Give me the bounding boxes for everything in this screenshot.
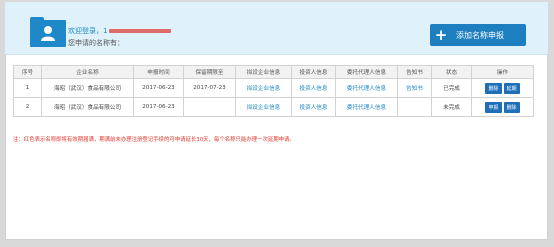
company-info-link-cell: 拟设企业信息 [235, 97, 292, 117]
column-header: 申报时间 [133, 65, 184, 79]
company-info-link[interactable]: 拟设企业信息 [247, 105, 281, 111]
footer-notice: 注：红色表示名称即将有效期届满，期满前未办理注册登记手续的可申请延长30天，每个… [13, 137, 295, 143]
expire-date-cell [183, 97, 236, 117]
action-button[interactable]: 延期 [503, 82, 520, 94]
status-text: 已完成 [443, 86, 460, 92]
action-button[interactable]: 删除 [503, 101, 520, 113]
company-name: 海昭（武汉）食品有限公司 [53, 86, 122, 92]
column-header: 告知书 [397, 65, 432, 79]
expire-date-cell: 2017-07-23 [183, 78, 236, 98]
column-header: 保留期限至 [183, 65, 236, 79]
actions-cell: 删除 延期 [471, 78, 534, 98]
apply-date: 2017-06-23 [142, 104, 175, 110]
user-folder-icon [30, 17, 66, 47]
action-button[interactable]: 申报 [485, 101, 502, 113]
table-row: 2 海昭（武汉）食品有限公司 2017-06-23 拟设企业信息 投资人信息 委托代理人信… [13, 97, 534, 117]
welcome-text: 欢迎登录，1 [68, 26, 172, 36]
column-header: 状态 [431, 65, 472, 79]
welcome-label: 欢迎登录，1 [68, 27, 108, 35]
add-name-application-button[interactable]: + 添加名称申报 [430, 24, 526, 46]
apply-date: 2017-06-23 [142, 85, 175, 91]
company-name-cell: 海昭（武汉）食品有限公司 [41, 78, 134, 98]
agent-info-link-cell: 委托代理人信息 [335, 97, 398, 117]
table-row: 1 海昭（武汉）食品有限公司 2017-06-23 2017-07-23 拟设企业信息 投… [13, 78, 534, 98]
column-header: 拟设企业信息 [235, 65, 292, 79]
row-index-cell: 1 [13, 78, 42, 98]
column-header: 操作 [471, 65, 534, 79]
investor-info-link[interactable]: 投资人信息 [300, 86, 328, 92]
column-header: 企业名称 [41, 65, 134, 79]
investor-info-link-cell: 投资人信息 [291, 97, 336, 117]
table-header-row: 序号 企业名称 申报时间 保留期限至 拟设企业信息 投资人信息 委托代理人信息 告知书 状态 操作 [13, 65, 534, 79]
status-text: 未完成 [443, 105, 460, 111]
apply-date-cell: 2017-06-23 [133, 97, 184, 117]
action-button[interactable]: 删除 [485, 82, 502, 94]
status-text-cell: 已完成 [431, 78, 472, 98]
add-button-label: 添加名称申报 [456, 30, 504, 40]
row-index: 1 [25, 85, 30, 91]
investor-info-link-cell: 投资人信息 [291, 78, 336, 98]
apply-date-cell: 2017-06-23 [133, 78, 184, 98]
plus-icon: + [434, 26, 448, 44]
notice-link-cell [397, 97, 432, 117]
agent-info-link[interactable]: 委托代理人信息 [347, 105, 386, 111]
agent-info-link-cell: 委托代理人信息 [335, 78, 398, 98]
company-info-link[interactable]: 拟设企业信息 [247, 86, 281, 92]
actions-cell: 申报 删除 [471, 97, 534, 117]
column-header: 委托代理人信息 [335, 65, 398, 79]
column-header: 投资人信息 [291, 65, 336, 79]
agent-info-link[interactable]: 委托代理人信息 [347, 86, 386, 92]
notice-link-cell: 告知书 [397, 78, 432, 98]
row-index: 2 [25, 104, 30, 110]
status-text-cell: 未完成 [431, 97, 472, 117]
company-name-cell: 海昭（武汉）食品有限公司 [41, 97, 134, 117]
column-header: 序号 [13, 65, 42, 79]
applications-table: 序号 企业名称 申报时间 保留期限至 拟设企业信息 投资人信息 委托代理人信息 告知书 状态 操作… [13, 65, 534, 117]
company-info-link-cell: 拟设企业信息 [235, 78, 292, 98]
notice-link[interactable]: 告知书 [406, 86, 423, 92]
investor-info-link[interactable]: 投资人信息 [300, 105, 328, 111]
expire-date: 2017-07-23 [193, 85, 226, 91]
masked-username [109, 29, 172, 33]
names-label: 您申请的名称有： [68, 39, 124, 47]
row-index-cell: 2 [13, 97, 42, 117]
company-name: 海昭（武汉）食品有限公司 [53, 105, 122, 111]
